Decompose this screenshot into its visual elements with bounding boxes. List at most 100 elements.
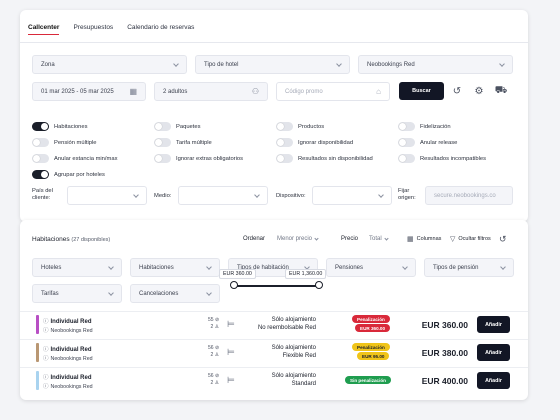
- tarifas-select[interactable]: Tarifas: [32, 284, 122, 303]
- toggle-label: Resultados incompatibles: [420, 155, 487, 162]
- precio-select[interactable]: Total: [369, 235, 389, 242]
- room-provider: ⓘ Neobookings Red: [43, 384, 93, 390]
- chevron-down-icon: [108, 289, 114, 296]
- add-button[interactable]: Añadir: [477, 344, 510, 361]
- range-max-handle[interactable]: [315, 281, 323, 289]
- result-row: ⓘ Individual Red ⓘ Neobookings Red 56 ⊘ 2 ♙…: [20, 367, 528, 392]
- pais-label: País del cliente:: [32, 188, 53, 201]
- fijar-origen-label: Fijar origen:: [398, 188, 416, 201]
- cancelaciones-select[interactable]: Cancelaciones: [130, 284, 220, 303]
- tipos-pension-select[interactable]: Tipos de pensión: [424, 258, 514, 277]
- origen-input[interactable]: secure.neobookings.co: [425, 186, 513, 205]
- toggle-anular-release[interactable]: Anular release: [398, 138, 457, 147]
- penalty-amount-badge: EUR 95.00: [357, 352, 390, 360]
- pais-select[interactable]: [67, 186, 147, 205]
- zona-value: Zona: [41, 61, 55, 68]
- toggle-switch[interactable]: [154, 122, 171, 131]
- range-min-handle[interactable]: [230, 281, 238, 289]
- tipo-hotel-select[interactable]: Tipo de hotel: [195, 55, 350, 74]
- tab-callcenter[interactable]: Callcenter: [28, 24, 60, 35]
- rate-condition: Standard: [291, 381, 316, 387]
- filter-icon: ▽: [450, 236, 456, 243]
- toggle-agrupar-hoteles[interactable]: Agrupar por hoteles: [32, 170, 105, 179]
- results-heading: Habitaciones: [32, 236, 70, 243]
- chevron-down-icon: [206, 289, 212, 296]
- toggle-label: Fidelización: [420, 123, 451, 130]
- gear-icon[interactable]: ⚙: [472, 84, 486, 98]
- cancelaciones-value: Cancelaciones: [139, 290, 179, 297]
- price-range-slider[interactable]: EUR 360.00 EUR 1,360.00: [217, 269, 327, 291]
- room-availability: 56 ⊘ 2 ♙: [208, 373, 220, 386]
- toggle-label: Ignorar extras obligatorios: [176, 155, 244, 162]
- tag-icon: ⌂: [376, 86, 381, 96]
- toggle-switch[interactable]: [276, 154, 293, 163]
- medio-select[interactable]: [178, 186, 268, 205]
- habitaciones-select[interactable]: Habitaciones: [130, 258, 220, 277]
- toggle-label: Ignorar disponibilidad: [298, 139, 354, 146]
- board-type: Sólo alojamiento: [271, 317, 316, 323]
- clock-icon: ⓘ: [43, 356, 49, 362]
- toggle-switch[interactable]: [398, 122, 415, 131]
- refresh-icon[interactable]: ↺: [499, 234, 507, 245]
- chevron-down-icon: [206, 263, 212, 270]
- dispositivo-select[interactable]: [312, 186, 392, 205]
- toggle-paquetes[interactable]: Paquetes: [154, 122, 201, 131]
- toggle-sin-disponibilidad[interactable]: Resultados sin disponibilidad: [276, 154, 373, 163]
- toggle-switch[interactable]: [154, 138, 171, 147]
- columns-button[interactable]: ▦ Columnas: [407, 235, 441, 243]
- toggle-ignorar-extras[interactable]: Ignorar extras obligatorios: [154, 154, 243, 163]
- tab-bar: Callcenter Presupuestos Calendario de re…: [28, 24, 194, 35]
- toggle-switch[interactable]: [32, 122, 49, 131]
- toggle-switch[interactable]: [154, 154, 171, 163]
- cadena-select[interactable]: Neobookings Red: [358, 55, 513, 74]
- chevron-down-icon: [500, 263, 506, 270]
- toggle-switch[interactable]: [398, 154, 415, 163]
- origen-value: secure.neobookings.co: [434, 192, 496, 199]
- tipos-pension-value: Tipos de pensión: [433, 264, 479, 271]
- ordenar-select[interactable]: Menor precio: [277, 235, 319, 242]
- date-range-value: 01 mar 2025 - 05 mar 2025: [41, 88, 114, 95]
- toggle-productos[interactable]: Productos: [276, 122, 324, 131]
- toggle-switch[interactable]: [32, 138, 49, 147]
- date-range-field[interactable]: 01 mar 2025 - 05 mar 2025 ▦: [32, 82, 146, 101]
- medio-label: Medio:: [154, 193, 172, 199]
- add-button[interactable]: Añadir: [477, 316, 510, 333]
- toggle-label: Pensión múltiple: [54, 139, 97, 146]
- result-row: ⓘ Individual Red ⓘ Neobookings Red 55 ⊘ 2 ♙…: [20, 311, 528, 336]
- room-provider: ⓘ Neobookings Red: [43, 328, 93, 334]
- zona-select[interactable]: Zona: [32, 55, 187, 74]
- add-button[interactable]: Añadir: [477, 372, 510, 389]
- toggle-switch[interactable]: [398, 138, 415, 147]
- occupancy-field[interactable]: 2 adultos ⚇: [154, 82, 268, 101]
- reset-icon[interactable]: ↺: [450, 84, 464, 98]
- room-price: EUR 400.00: [421, 376, 468, 386]
- room-color-bar: [36, 343, 39, 362]
- columns-label: Columnas: [416, 236, 442, 242]
- toggle-ignorar-disponibilidad[interactable]: Ignorar disponibilidad: [276, 138, 353, 147]
- toggle-tarifa-multiple[interactable]: Tarifa múltiple: [154, 138, 212, 147]
- tipo-hotel-value: Tipo de hotel: [204, 61, 239, 68]
- toggle-incompatibles[interactable]: Resultados incompatibles: [398, 154, 486, 163]
- toggle-switch[interactable]: [32, 154, 49, 163]
- search-button[interactable]: Buscar: [399, 82, 444, 100]
- promo-code-placeholder: Código promo: [285, 88, 323, 95]
- cart-icon[interactable]: ⛟: [494, 84, 508, 98]
- tab-calendario-reservas[interactable]: Calendario de reservas: [127, 24, 194, 31]
- toggle-switch[interactable]: [276, 138, 293, 147]
- toggle-habitaciones[interactable]: Habitaciones: [32, 122, 88, 131]
- toggle-switch[interactable]: [32, 170, 49, 179]
- toggle-switch[interactable]: [276, 122, 293, 131]
- promo-code-input[interactable]: Código promo ⌂: [276, 82, 390, 101]
- hoteles-select[interactable]: Hoteles: [32, 258, 122, 277]
- toggle-pension-multiple[interactable]: Pensión múltiple: [32, 138, 97, 147]
- hide-filters-label: Ocultar filtros: [458, 236, 491, 242]
- chevron-down-icon: [336, 60, 342, 67]
- pensiones-select[interactable]: Pensiones: [326, 258, 416, 277]
- hide-filters-button[interactable]: ▽ Ocultar filtros: [450, 235, 491, 243]
- toggle-anular-estancia[interactable]: Anular estancia min/max: [32, 154, 117, 163]
- no-penalty-badge: Sin penalización: [345, 376, 391, 384]
- board-type: Sólo alojamiento: [271, 345, 316, 351]
- toggle-fidelizacion[interactable]: Fidelización: [398, 122, 451, 131]
- info-icon: ⓘ: [43, 347, 49, 353]
- tab-presupuestos[interactable]: Presupuestos: [73, 24, 113, 31]
